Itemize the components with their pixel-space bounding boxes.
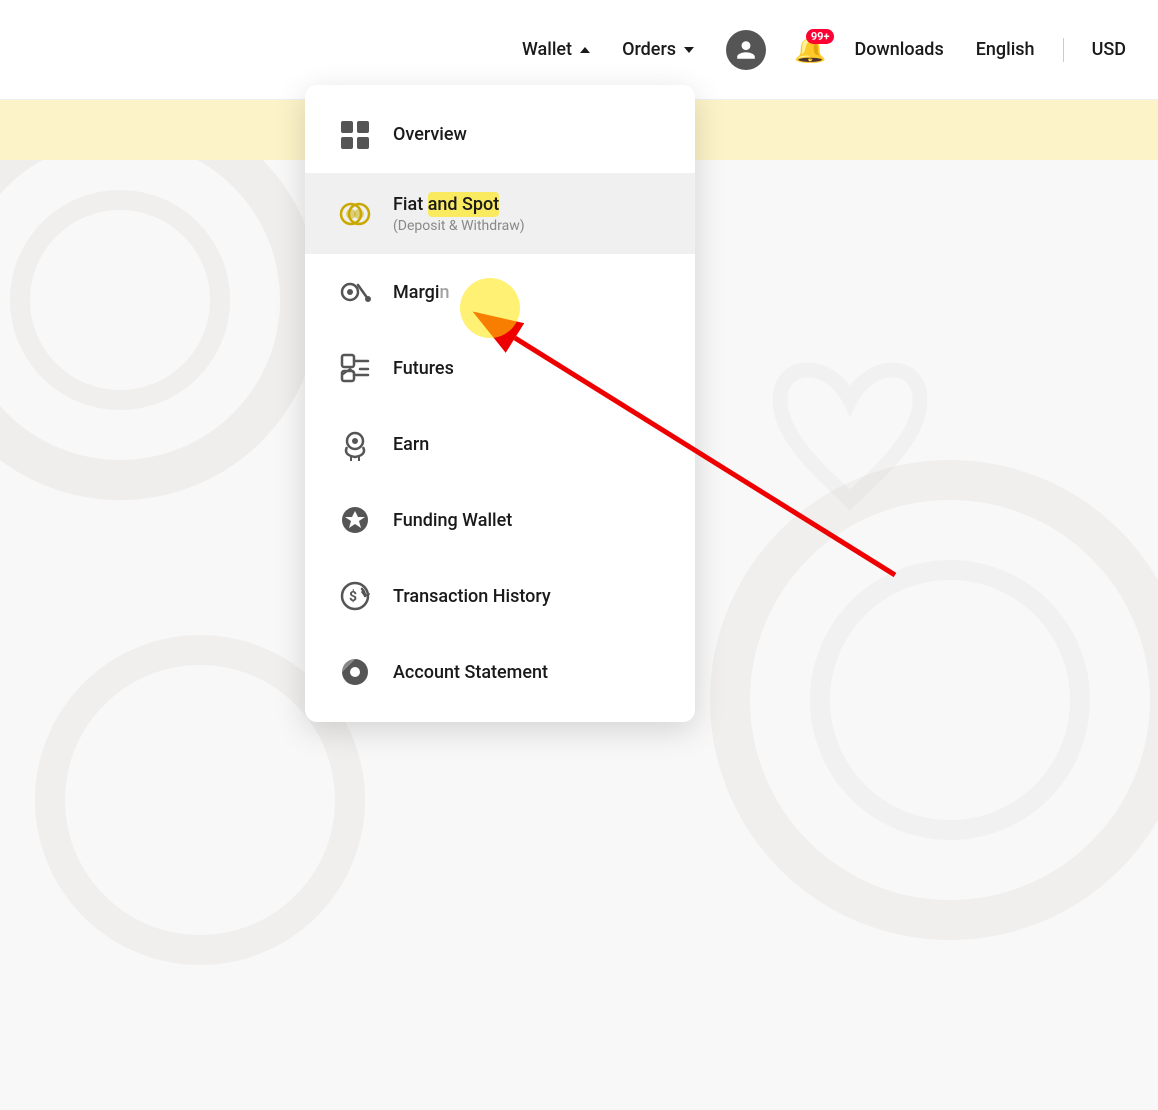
language-nav-item[interactable]: English <box>964 31 1047 68</box>
english-label: English <box>976 39 1035 60</box>
fiat-spot-icon <box>337 196 373 232</box>
funding-wallet-icon <box>337 502 373 538</box>
margin-icon <box>337 274 373 310</box>
overview-title: Overview <box>393 123 467 146</box>
user-avatar-icon <box>726 30 766 70</box>
fiat-spot-title: Fiat and Spot <box>393 193 525 216</box>
account-statement-title: Account Statement <box>393 661 548 684</box>
orders-arrow-icon <box>684 47 694 53</box>
wallet-label: Wallet <box>522 39 572 60</box>
menu-item-futures[interactable]: Futures <box>305 330 695 406</box>
transaction-history-text: Transaction History <box>393 585 551 608</box>
nav-divider <box>1063 38 1064 62</box>
menu-item-account-statement[interactable]: Account Statement <box>305 634 695 710</box>
fiat-spot-subtitle: (Deposit & Withdraw) <box>393 218 525 234</box>
currency-nav-item[interactable]: USD <box>1080 31 1138 68</box>
menu-item-margin[interactable]: Margin <box>305 254 695 330</box>
notifications-button[interactable]: 🔔 99+ <box>786 27 834 73</box>
margin-text: Margin <box>393 281 449 304</box>
wallet-nav-item[interactable]: Wallet <box>510 31 602 68</box>
svg-text:$: $ <box>349 588 357 605</box>
wallet-arrow-icon <box>580 47 590 53</box>
notification-badge: 99+ <box>806 29 835 44</box>
futures-title: Futures <box>393 357 454 380</box>
funding-wallet-text: Funding Wallet <box>393 509 512 532</box>
account-statement-text: Account Statement <box>393 661 548 684</box>
orders-label: Orders <box>622 39 676 60</box>
account-statement-icon <box>337 654 373 690</box>
avatar-button[interactable] <box>714 22 778 78</box>
earn-icon <box>337 426 373 462</box>
menu-item-transaction-history[interactable]: $ Transaction History <box>305 558 695 634</box>
menu-item-fiat-spot[interactable]: Fiat and Spot (Deposit & Withdraw) <box>305 173 695 254</box>
usd-label: USD <box>1092 39 1126 60</box>
downloads-nav-item[interactable]: Downloads <box>842 31 955 68</box>
menu-item-funding-wallet[interactable]: Funding Wallet <box>305 482 695 558</box>
futures-text: Futures <box>393 357 454 380</box>
nav-items: Wallet Orders 🔔 99+ Downloads English US… <box>510 22 1138 78</box>
transaction-history-title: Transaction History <box>393 585 551 608</box>
futures-icon <box>337 350 373 386</box>
earn-text: Earn <box>393 433 429 456</box>
overview-text: Overview <box>393 123 467 146</box>
transaction-history-icon: $ <box>337 578 373 614</box>
menu-item-earn[interactable]: Earn <box>305 406 695 482</box>
wallet-dropdown-menu: Overview Fiat and Spot (Deposit & Withdr… <box>305 85 695 722</box>
menu-item-overview[interactable]: Overview <box>305 97 695 173</box>
earn-title: Earn <box>393 433 429 456</box>
downloads-label: Downloads <box>854 39 943 60</box>
funding-wallet-title: Funding Wallet <box>393 509 512 532</box>
fiat-spot-text: Fiat and Spot (Deposit & Withdraw) <box>393 193 525 234</box>
overview-icon <box>337 117 373 153</box>
orders-nav-item[interactable]: Orders <box>610 31 706 68</box>
margin-title: Margin <box>393 281 449 304</box>
